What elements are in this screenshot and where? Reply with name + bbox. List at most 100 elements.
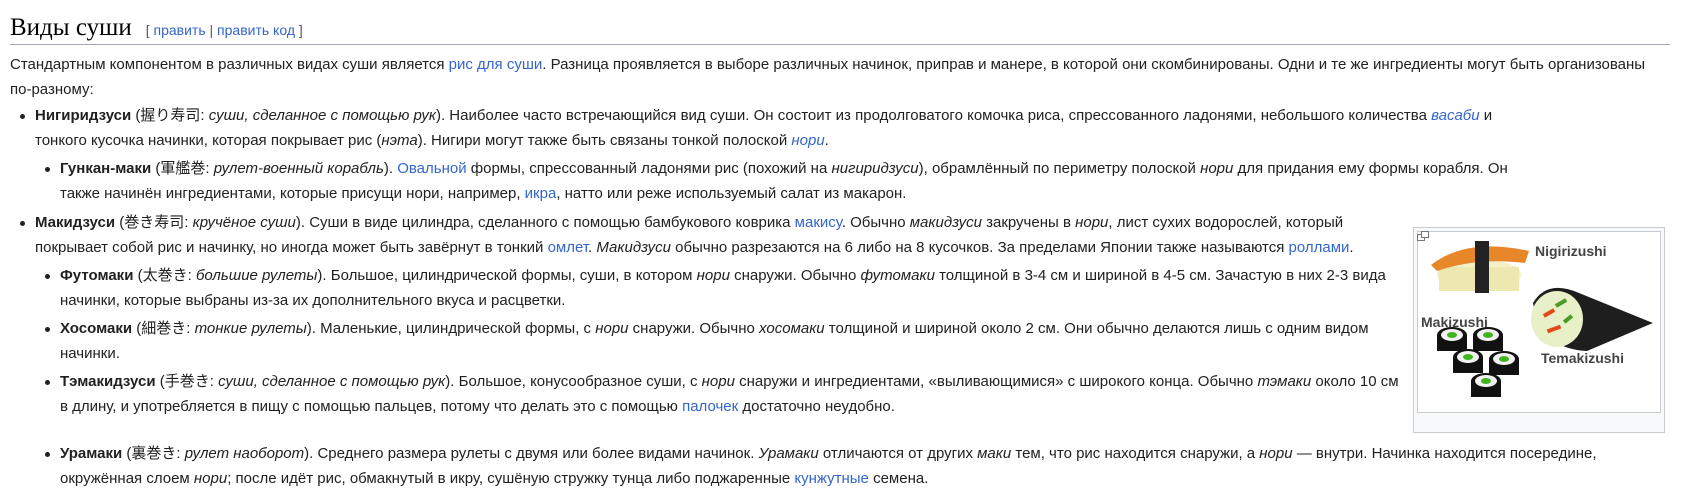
item-text: снаружи и ингредиентами, «выливающимися»… bbox=[734, 373, 1258, 390]
edit-code-link[interactable]: править код bbox=[217, 22, 295, 38]
term-italic: нори bbox=[696, 267, 730, 284]
list-item-temaki: Тэмакидзуси (手巻き: суши, сделанное с помо… bbox=[10, 369, 1400, 419]
item-text: ; после идёт рис, обмакнутый в икру, суш… bbox=[227, 470, 795, 487]
translation: тонкие рулеты bbox=[194, 320, 307, 337]
edit-separator: | bbox=[205, 22, 218, 38]
list-item-uramaki: Урамаки (裏巻き: рулет наоборот). Среднего … bbox=[10, 441, 1630, 491]
maki-roll bbox=[1453, 349, 1483, 373]
item-text: достаточно неудобно. bbox=[738, 398, 895, 415]
link-oval[interactable]: Овальной bbox=[397, 160, 466, 177]
item-text: . Среднего размера рулеты с двумя или бо… bbox=[309, 445, 759, 462]
term-name: Хосомаки bbox=[60, 320, 133, 337]
term-italic: нори bbox=[1200, 160, 1234, 177]
article-section: Виды суши [ править | править код ] Станд… bbox=[0, 0, 1688, 490]
japanese-text: 手巻き bbox=[164, 372, 210, 390]
japanese-text: 巻き寿司 bbox=[124, 213, 185, 231]
item-text: . Наиболее часто встречающийся вид суши.… bbox=[440, 107, 1432, 124]
translation: суши, сделанное с помощью рук bbox=[208, 107, 436, 124]
edit-link[interactable]: править bbox=[154, 22, 206, 38]
item-text: , натто или реже используемый салат из м… bbox=[556, 185, 907, 202]
item-text: . Большое, конусообразное суши, с bbox=[450, 373, 702, 390]
translation: рулет-военный корабль bbox=[213, 160, 384, 177]
translation: рулет наоборот bbox=[184, 445, 305, 462]
intro-paragraph: Стандартным компонентом в различных вида… bbox=[10, 52, 1650, 102]
item-text: . Большое, цилиндрической формы, суши, в… bbox=[322, 267, 697, 284]
item-text: . Маленькие, цилиндрической формы, с bbox=[311, 320, 596, 337]
item-text: тем, что рис находится снаружи, а bbox=[1011, 445, 1260, 462]
link-sesame[interactable]: кунжутные bbox=[794, 470, 869, 487]
edit-bracket-open: [ bbox=[145, 22, 154, 38]
list-item-nigiri: Нигиридзуси (握り寿司: суши, сделанное с пом… bbox=[10, 103, 1540, 153]
sushi-thumbnail[interactable]: Nigirizushi Temakizushi Makizushi bbox=[1413, 227, 1665, 433]
term-italic: хосомаки bbox=[759, 320, 825, 337]
term-italic: Макидзуси bbox=[596, 239, 671, 256]
link-makisu[interactable]: макису bbox=[795, 214, 842, 231]
link-omlet[interactable]: омлет bbox=[548, 239, 588, 256]
item-text: отличаются от других bbox=[818, 445, 978, 462]
japanese-text: 握り寿司 bbox=[140, 106, 201, 124]
edit-links: [ править | править код ] bbox=[146, 22, 303, 38]
temaki-rice bbox=[1531, 291, 1583, 347]
term-name: Тэмакидзуси bbox=[60, 373, 156, 390]
translation: суши, сделанное с помощью рук bbox=[218, 373, 446, 390]
term-italic: Урамаки bbox=[758, 445, 819, 462]
japanese-text: 太巻き bbox=[142, 266, 188, 284]
list-item-hosomaki: Хосомаки (細巻き: тонкие рулеты). Маленькие… bbox=[10, 316, 1400, 366]
japanese-text: 裏巻き bbox=[131, 444, 177, 462]
list-nigiri: Нигиридзуси (握り寿司: суши, сделанное с пом… bbox=[10, 103, 1540, 206]
label-nigirizushi: Nigirizushi bbox=[1535, 243, 1607, 259]
link-nori[interactable]: нори bbox=[791, 132, 824, 149]
term-name: Урамаки bbox=[60, 445, 123, 462]
item-text: обычно разрезаются на 6 либо на 8 кусочк… bbox=[670, 239, 1289, 256]
nigiri-nori-band bbox=[1475, 241, 1489, 293]
item-text: ). Нигири могут также быть связаны тонко… bbox=[417, 132, 792, 149]
section-heading: Виды суши [ править | править код ] bbox=[10, 14, 1670, 45]
term-name: Гункан-маки bbox=[60, 160, 152, 177]
section-title: Виды суши bbox=[10, 14, 132, 41]
item-text: . Суши в виде цилиндра, сделанного с пом… bbox=[300, 214, 795, 231]
list-maki: Макидзуси (巻き寿司: кручёное суши). Суши в … bbox=[10, 210, 1400, 419]
term-italic: нигиридзуси bbox=[831, 160, 919, 177]
item-text: снаружи. Обычно bbox=[628, 320, 760, 337]
link-ikra[interactable]: икра bbox=[525, 185, 557, 202]
item-text: закручены в bbox=[981, 214, 1076, 231]
term-italic: футомаки bbox=[860, 267, 935, 284]
intro-text: Стандартным компонентом в различных вида… bbox=[10, 56, 449, 73]
translation: кручёное суши bbox=[192, 214, 296, 231]
term-italic: нори bbox=[1075, 214, 1109, 231]
item-text: семена. bbox=[868, 470, 929, 487]
maki-roll bbox=[1473, 327, 1503, 351]
sushi-illustration: Nigirizushi Temakizushi Makizushi bbox=[1417, 231, 1661, 413]
list-uramaki: Урамаки (裏巻き: рулет наоборот). Среднего … bbox=[10, 441, 1630, 491]
term-name: Футомаки bbox=[60, 267, 134, 284]
term-italic: нори bbox=[701, 373, 735, 390]
japanese-text: 軍艦巻 bbox=[160, 159, 206, 177]
term-italic: нори bbox=[193, 470, 228, 487]
japanese-text: 細巻き bbox=[141, 319, 187, 337]
item-text: ), обрамлённый по периметру полоской bbox=[918, 160, 1201, 177]
item-text: . bbox=[824, 132, 829, 149]
label-temakizushi: Temakizushi bbox=[1541, 350, 1624, 366]
term-italic: нэта bbox=[381, 132, 418, 149]
link-wasabi[interactable]: васаби bbox=[1431, 107, 1479, 124]
term-italic: нори bbox=[595, 320, 629, 337]
enlarge-icon[interactable] bbox=[1417, 231, 1429, 241]
term-italic: тэмаки bbox=[1257, 373, 1312, 390]
edit-bracket-close: ] bbox=[294, 22, 303, 38]
translation: большие рулеты bbox=[195, 267, 318, 284]
item-text: . bbox=[388, 160, 398, 177]
list-item-maki: Макидзуси (巻き寿司: кручёное суши). Суши в … bbox=[10, 210, 1400, 260]
link-chopsticks[interactable]: палочек bbox=[682, 398, 738, 415]
maki-roll bbox=[1489, 351, 1519, 375]
link-rolls[interactable]: роллами bbox=[1289, 239, 1350, 256]
term-italic: маки bbox=[977, 445, 1012, 462]
term-italic: нори bbox=[1259, 445, 1293, 462]
item-text: снаружи. Обычно bbox=[729, 267, 861, 284]
maki-roll bbox=[1471, 373, 1501, 397]
item-text: формы, спрессованный ладонями рис (похож… bbox=[466, 160, 832, 177]
term-name: Макидзуси bbox=[35, 214, 116, 231]
item-text: . bbox=[1349, 239, 1354, 256]
term-italic: макидзуси bbox=[909, 214, 982, 231]
term-name: Нигиридзуси bbox=[35, 107, 132, 124]
link-sushi-rice[interactable]: рис для суши bbox=[449, 56, 543, 73]
